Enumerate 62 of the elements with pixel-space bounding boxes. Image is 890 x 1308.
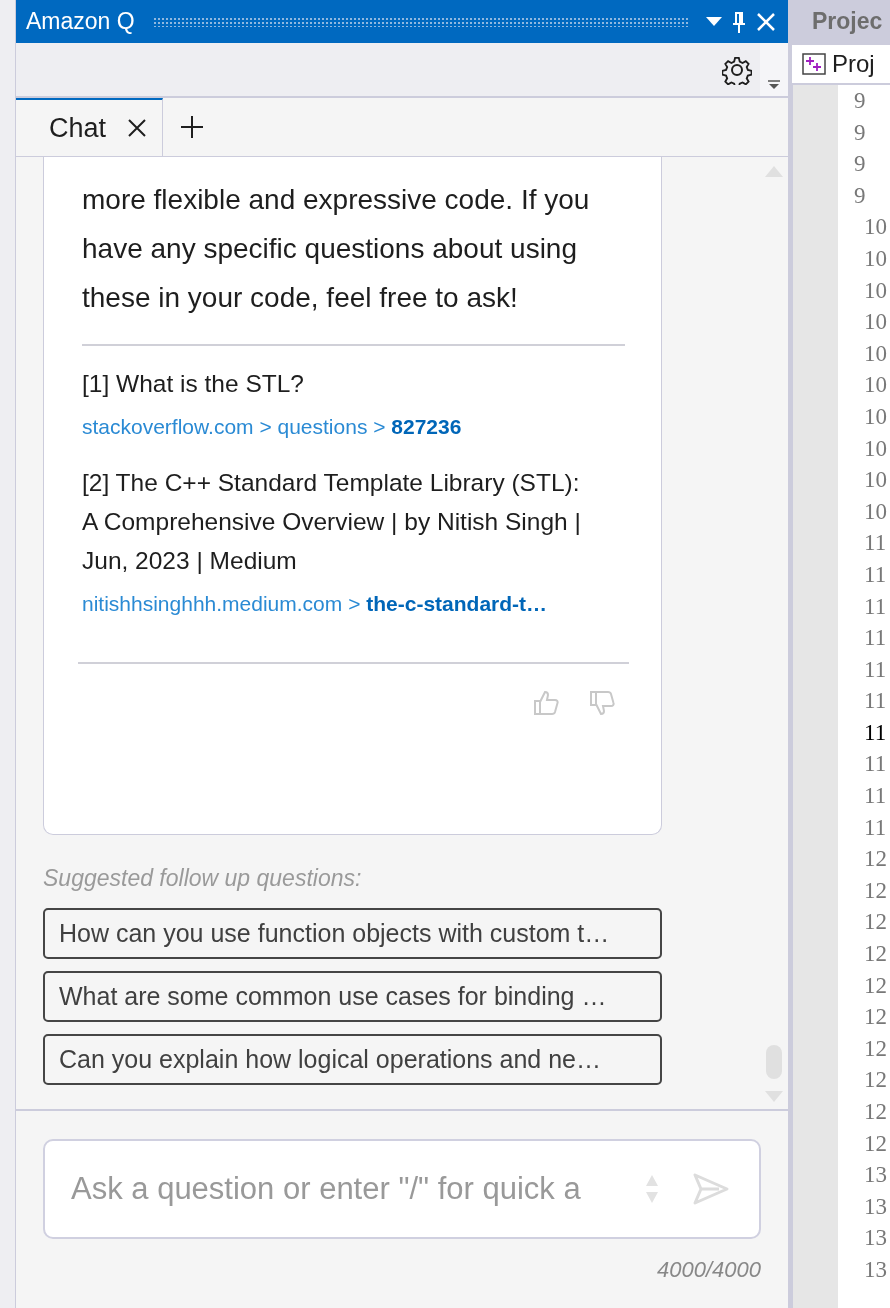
- line-number: 9: [854, 118, 867, 147]
- line-number: 10: [864, 402, 888, 431]
- plus-icon[interactable]: [180, 115, 205, 139]
- source-title: [2] The C++ Standard Template Library (STL): A Comprehensive Overview | by Nitish Singh | Jun, 2023 | Medium: [82, 468, 582, 576]
- line-number: 11: [864, 687, 888, 716]
- close-icon[interactable]: [128, 119, 147, 137]
- line-number: 10: [864, 371, 888, 400]
- line-number: 11: [864, 655, 888, 684]
- line-number: 11: [864, 750, 888, 779]
- overflow-icon[interactable]: [768, 80, 780, 90]
- line-number: 12: [864, 940, 888, 969]
- line-number: 10: [864, 276, 888, 305]
- line-number: 9: [854, 181, 867, 210]
- line-number: 11: [864, 624, 888, 653]
- line-number: 11: [864, 560, 888, 589]
- line-number: 10: [864, 213, 888, 242]
- source-link[interactable]: nitishhsinghhh.medium.com > the-c-standard-t…: [82, 592, 625, 616]
- line-number: 9: [854, 87, 867, 115]
- suggestions-heading: Suggested follow up questions:: [43, 865, 363, 892]
- line-number: 10: [864, 497, 888, 526]
- line-number: 11: [864, 813, 888, 842]
- character-counter: 4000/4000: [657, 1257, 761, 1283]
- source-link[interactable]: stackoverflow.com > questions > 827236: [82, 415, 625, 439]
- suggestion-button[interactable]: Can you explain how logical operations and ne…: [43, 1034, 662, 1085]
- line-number: 12: [864, 1098, 888, 1126]
- line-number: 9: [854, 150, 867, 179]
- suggestion-button[interactable]: How can you use function objects with custom t…: [43, 908, 662, 959]
- settings-icon[interactable]: [722, 54, 752, 85]
- line-number: 13: [864, 1192, 888, 1221]
- window-title: Amazon Q: [26, 8, 135, 35]
- line-number: 11: [864, 782, 888, 811]
- line-number: 10: [864, 434, 888, 463]
- source-title: [1] What is the STL?: [82, 369, 305, 399]
- line-number: 11: [864, 529, 888, 558]
- line-number: 12: [864, 876, 888, 905]
- line-number: 12: [864, 1129, 888, 1158]
- pin-icon[interactable]: [732, 10, 746, 33]
- line-number: 13: [864, 1255, 888, 1284]
- line-number: 13: [864, 1161, 888, 1190]
- line-number: 12: [864, 1003, 888, 1032]
- line-number: 12: [864, 1066, 888, 1095]
- line-number: 11: [864, 592, 888, 621]
- tab-label: Proj: [832, 50, 875, 78]
- project-icon: [802, 53, 826, 75]
- line-number: 12: [864, 908, 888, 937]
- line-number: 12: [864, 971, 888, 1000]
- line-number: 12: [864, 1034, 888, 1063]
- suggestion-button[interactable]: What are some common use cases for binding …: [43, 971, 662, 1022]
- dropdown-icon[interactable]: [706, 16, 722, 27]
- line-number: 13: [864, 1224, 888, 1253]
- thumbs-up-icon[interactable]: [533, 690, 559, 716]
- chat-tab[interactable]: Chat: [16, 98, 164, 156]
- line-number: 10: [864, 244, 888, 273]
- project-tab[interactable]: Proj: [790, 43, 890, 85]
- panel-title: Projec: [790, 0, 890, 43]
- line-number: 12: [864, 845, 888, 874]
- line-number: 10: [864, 339, 888, 368]
- message-text: more flexible and expressive code. If you have any specific questions about using these in your code, feel free to ask!: [82, 183, 591, 315]
- line-number: 11: [864, 718, 888, 747]
- line-number: 10: [864, 466, 888, 495]
- thumbs-down-icon[interactable]: [589, 690, 615, 716]
- line-number: 10: [864, 308, 888, 337]
